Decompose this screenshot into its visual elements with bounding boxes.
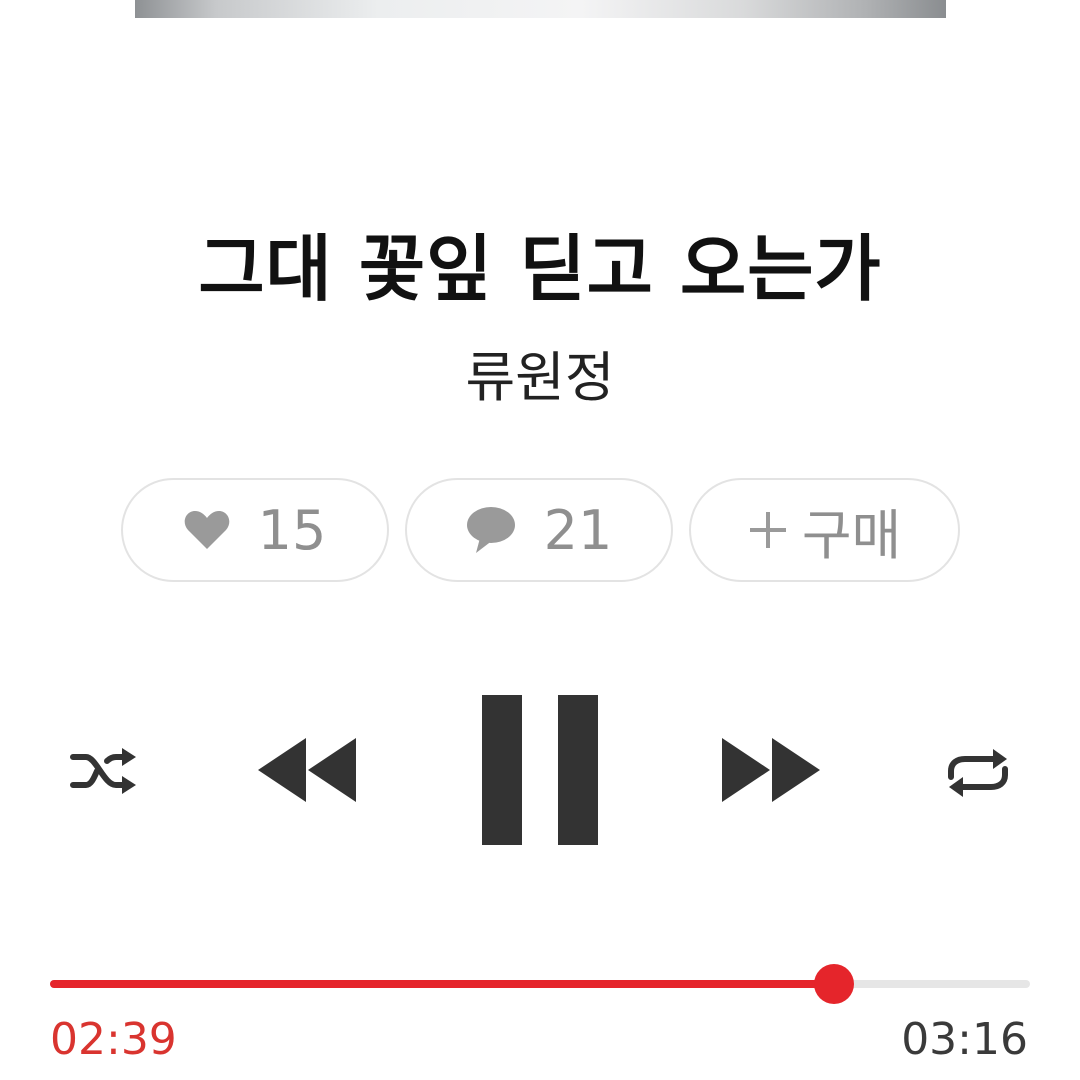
elapsed-time: 02:39	[50, 1014, 177, 1065]
comment-button[interactable]: 21	[405, 478, 673, 582]
speech-bubble-icon	[466, 506, 516, 554]
rewind-icon[interactable]	[256, 738, 358, 802]
buy-button[interactable]: 구매	[689, 478, 960, 582]
progress-fill	[50, 980, 834, 988]
progress-handle[interactable]	[814, 964, 854, 1004]
progress-bar[interactable]	[50, 964, 1030, 1004]
like-button[interactable]: 15	[121, 478, 389, 582]
pause-icon[interactable]	[482, 695, 600, 845]
shuffle-icon[interactable]	[70, 745, 138, 797]
plus-icon	[748, 510, 788, 550]
repeat-icon[interactable]	[943, 747, 1013, 799]
total-time: 03:16	[901, 1014, 1028, 1065]
artist-name[interactable]: 류원정	[0, 333, 1080, 412]
heart-icon	[184, 510, 230, 550]
like-count: 15	[257, 498, 327, 562]
comment-count: 21	[543, 498, 613, 562]
buy-label: 구매	[801, 503, 902, 567]
album-art	[135, 0, 946, 18]
song-title: 그대 꽃잎 딛고 오는가	[198, 227, 882, 311]
fast-forward-icon[interactable]	[722, 738, 824, 802]
